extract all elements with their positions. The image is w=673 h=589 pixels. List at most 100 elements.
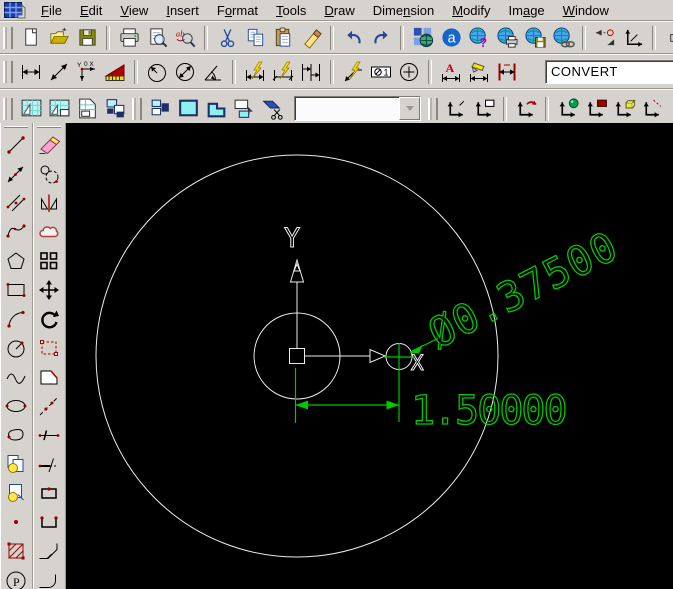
dim-aligned-button[interactable] [45,58,73,85]
fillet-tool-button[interactable] [34,536,64,565]
dim-leader-button[interactable] [339,58,367,85]
dim-ordinate-button[interactable]: Y0 X [73,58,101,85]
web-print-button[interactable] [493,24,521,51]
menu-draw[interactable]: Draw [315,2,363,19]
dim-quick-button[interactable] [241,58,269,85]
trim-tool-button[interactable] [34,420,64,449]
polyline-tool-button[interactable] [1,159,31,188]
chamfer-tool-button[interactable] [34,362,64,391]
dim-edit-button[interactable] [465,58,493,85]
cloud-tool-button[interactable] [34,217,64,246]
viewport-rect-button[interactable] [174,95,202,122]
array-tool-button[interactable] [34,246,64,275]
mirror-tool-button[interactable] [34,188,64,217]
open-file-button[interactable] [45,24,73,51]
toolbar-grip[interactable] [3,60,13,83]
combo-dropdown-button[interactable] [399,97,420,120]
extend-tool-button[interactable] [34,449,64,478]
palette-grip[interactable] [37,126,61,128]
linear-dimension-text[interactable]: 1.50000 [410,387,568,434]
menu-view[interactable]: View [111,2,157,19]
viewport-grid-2-button[interactable] [45,95,73,122]
erase-tool-button[interactable] [34,130,64,159]
rotate-tool-button[interactable] [34,304,64,333]
ucs-clipped-button[interactable] [638,95,666,122]
viewport-grid-1-button[interactable] [17,95,45,122]
dim-text-button[interactable]: A [437,58,465,85]
ucs-cube-button[interactable] [610,95,638,122]
menu-insert[interactable]: Insert [157,2,208,19]
dim-taper-button[interactable] [101,58,129,85]
ucs-previous-button[interactable] [512,95,540,122]
menu-tools[interactable]: Tools [267,2,315,19]
dim-tolerance-button[interactable]: 1 [367,58,395,85]
origin-marker[interactable] [289,348,305,364]
dim-diameter-button[interactable] [171,58,199,85]
viewport-doc-button[interactable] [73,95,101,122]
menu-window[interactable]: Window [554,2,618,19]
curve-tool-button[interactable] [1,217,31,246]
select-tool-button[interactable] [34,333,64,362]
ucs-plain-button[interactable] [442,95,470,122]
scale-tool-button[interactable] [34,159,64,188]
menu-edit[interactable]: Edit [71,2,111,19]
circle-tool-button[interactable] [1,333,31,362]
rectangle-tool-button[interactable] [1,275,31,304]
point-tool-button[interactable] [1,507,31,536]
spline-tool-button[interactable] [1,362,31,391]
insert-symbol-tool-button[interactable]: P [1,565,31,589]
box-2point-tool-button[interactable] [34,478,64,507]
format-painter-button[interactable] [297,24,325,51]
dim-angle-button[interactable] [199,58,227,85]
box-3point-tool-button[interactable] [34,507,64,536]
toolbar-grip[interactable] [3,97,13,120]
toolbar-grip[interactable] [3,26,13,49]
menu-dimension[interactable]: Dimension [364,2,443,19]
duplicate-tool-button[interactable] [1,478,31,507]
print-preview-button[interactable] [143,24,171,51]
drawing-canvas[interactable]: Y X 1.50000 Ø0.37500 [66,123,673,589]
copy-entities-tool-button[interactable] [1,449,31,478]
menu-image[interactable]: Image [500,2,554,19]
dim-radius-button[interactable] [143,58,171,85]
viewport-windows-button[interactable] [101,95,129,122]
find-button[interactable]: ab [171,24,199,51]
viewport-clip-button[interactable] [258,95,286,122]
double-line-tool-button[interactable] [1,188,31,217]
new-file-button[interactable] [17,24,45,51]
print-button[interactable] [115,24,143,51]
viewport-new-button[interactable] [230,95,258,122]
cut-button[interactable] [213,24,241,51]
dim-horizontal-button[interactable] [17,58,45,85]
outer-circle[interactable] [95,154,499,558]
construction-line-tool-button[interactable] [34,391,64,420]
web-link-button[interactable] [549,24,577,51]
ellipse-tool-button[interactable] [1,391,31,420]
toolbar-grip[interactable] [132,97,142,120]
coordinate-system-button[interactable] [619,24,647,51]
web-save-button[interactable] [521,24,549,51]
dim-datum-button[interactable] [269,58,297,85]
dim-baseline-button[interactable] [297,58,325,85]
convert-input[interactable] [545,59,673,84]
web-help-button[interactable]: ? [465,24,493,51]
save-file-button[interactable] [73,24,101,51]
menu-modify[interactable]: Modify [443,2,499,19]
polygon-tool-button[interactable] [1,246,31,275]
ucs-rect-button[interactable] [470,95,498,122]
point-marker-button[interactable] [591,24,619,51]
diameter-dimension-text[interactable]: Ø0.37500 [420,221,626,358]
hatch-tool-button[interactable] [1,536,31,565]
corner-tool-button[interactable] [34,565,64,589]
arc-tool-button[interactable] [1,304,31,333]
view-combo[interactable] [294,96,421,121]
window-layout-button[interactable] [146,95,174,122]
menu-format[interactable]: Format [208,2,267,19]
copy-button[interactable] [241,24,269,51]
ucs-solid-button[interactable] [582,95,610,122]
ucs-sphere-button[interactable] [554,95,582,122]
palette-grip[interactable] [4,126,28,128]
viewport-polygon-button[interactable] [202,95,230,122]
annotate-a-button[interactable]: a [437,24,465,51]
printer-clipped-button[interactable] [661,24,673,51]
